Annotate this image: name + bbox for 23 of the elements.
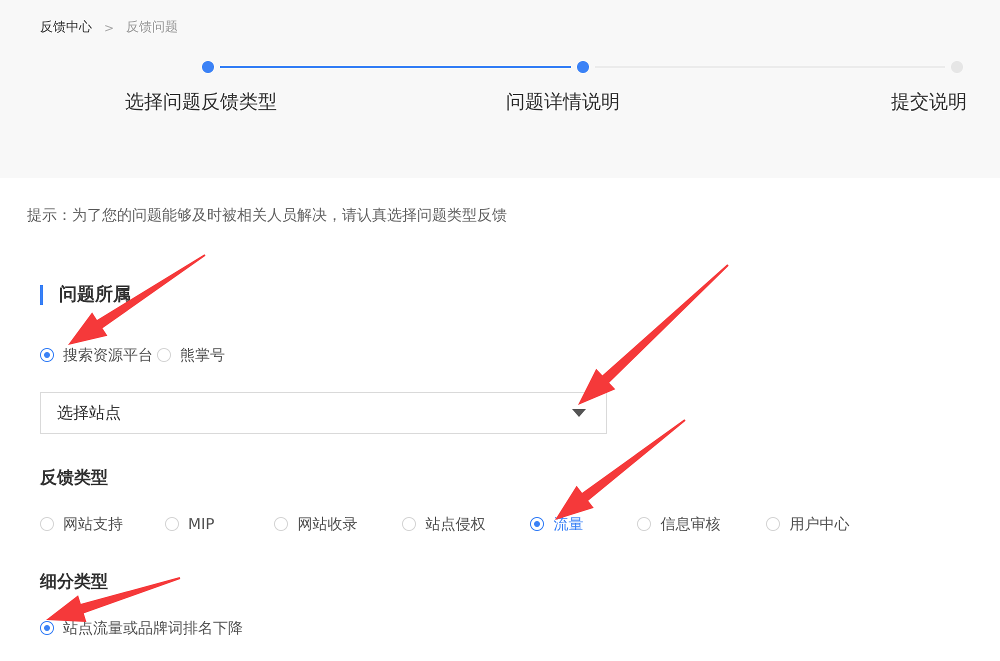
site-select[interactable]: 选择站点 [40,392,607,434]
radio-option[interactable]: 用户中心 [766,514,850,534]
group-title: 反馈类型 [40,467,109,489]
radio-icon[interactable] [40,348,54,362]
step-label: 选择问题反馈类型 [125,90,277,115]
radio-option[interactable]: 熊掌号 [157,345,225,365]
radio-option[interactable]: 站点流量或品牌词排名下降 [40,618,243,638]
breadcrumb-separator: > [104,20,114,37]
radio-icon[interactable] [530,517,544,531]
radio-option[interactable]: 信息审核 [637,514,720,534]
group-title: 细分类型 [40,571,109,593]
caret-icon [572,409,586,417]
breadcrumb-link[interactable]: 反馈中心 [40,19,92,37]
step-label: 提交说明 [891,90,967,115]
radio-option[interactable]: MIP [165,514,214,534]
radio-option[interactable]: 搜索资源平台 [40,345,153,365]
radio-option[interactable]: 网站收录 [274,514,358,534]
step-label: 问题详情说明 [506,90,620,115]
radio-icon[interactable] [40,621,54,635]
radio-option[interactable]: 站点侵权 [402,514,486,534]
radio-option[interactable]: 网站支持 [40,514,123,534]
radio-option[interactable]: 流量 [530,514,584,534]
hint-text: 提示：为了您的问题能够及时被相关人员解决，请认真选择问题类型反馈 [27,205,508,226]
